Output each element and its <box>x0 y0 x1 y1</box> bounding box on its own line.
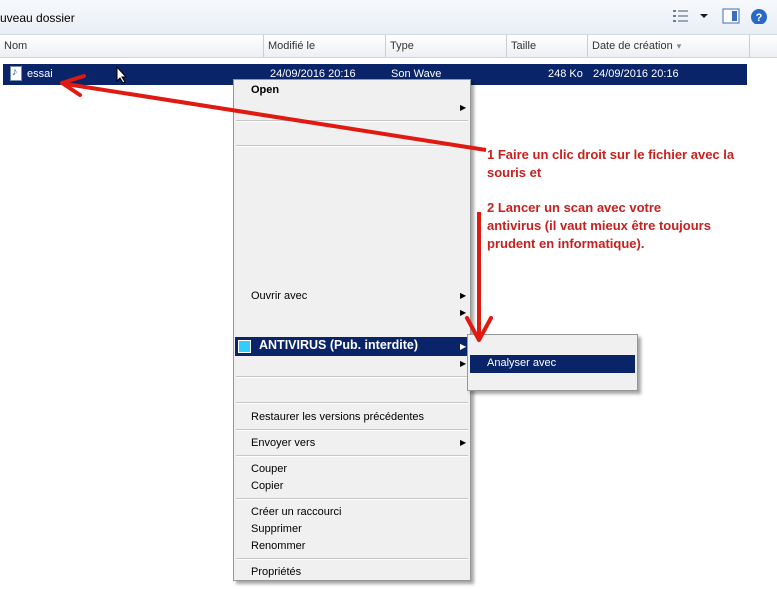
annotation-step1-line2: souris et <box>487 165 542 180</box>
file-name: essai <box>27 68 53 80</box>
antivirus-submenu: Analyser avec <box>467 334 638 391</box>
menu-item-cut[interactable]: Couper <box>251 463 287 475</box>
file-created: 24/09/2016 20:16 <box>593 68 679 80</box>
menu-separator <box>236 120 468 122</box>
breadcrumb[interactable]: uveau dossier <box>0 11 75 25</box>
view-options-icon[interactable] <box>672 8 690 24</box>
menu-separator <box>236 455 468 457</box>
menu-item-delete[interactable]: Supprimer <box>251 523 302 535</box>
submenu-arrow-icon: ▶ <box>460 438 467 447</box>
submenu-arrow-icon: ▶ <box>460 308 467 317</box>
menu-item-copy[interactable]: Copier <box>251 480 283 492</box>
column-header-name[interactable]: Nom <box>0 35 264 57</box>
view-dropdown-icon[interactable] <box>699 8 709 24</box>
column-header-type[interactable]: Type <box>386 35 507 57</box>
menu-item-create-shortcut[interactable]: Créer un raccourci <box>251 506 341 518</box>
help-icon[interactable]: ? <box>750 8 768 24</box>
menu-item-send-to[interactable]: Envoyer vers <box>251 437 315 449</box>
mouse-cursor-icon <box>116 66 128 84</box>
column-header-modified[interactable]: Modifié le <box>264 35 386 57</box>
submenu-arrow-icon: ▶ <box>460 103 467 112</box>
menu-item-scan-label: Analyser avec <box>487 357 557 369</box>
column-header-created[interactable]: Date de création ▾ <box>588 35 750 57</box>
annotation-step1: 1 Faire un clic droit sur le fichier ave… <box>487 146 734 182</box>
menu-separator <box>236 376 468 378</box>
menu-item-open-with[interactable]: Ouvrir avec <box>251 290 307 302</box>
column-header-size[interactable]: Taille <box>507 35 588 57</box>
menu-separator <box>236 558 468 560</box>
menu-separator <box>236 429 468 431</box>
submenu-arrow-icon: ▶ <box>460 359 467 368</box>
submenu-arrow-icon: ▶ <box>460 342 467 351</box>
menu-separator <box>236 402 468 404</box>
column-header-created-label: Date de création <box>592 40 673 52</box>
menu-item-open[interactable]: Open <box>251 84 279 96</box>
audio-file-icon <box>10 66 22 81</box>
preview-pane-icon[interactable] <box>722 8 740 24</box>
menu-separator <box>236 145 468 147</box>
annotation-step2: 2 Lancer un scan avec votre antivirus (i… <box>487 199 711 253</box>
menu-item-properties[interactable]: Propriétés <box>251 566 301 578</box>
annotation-step1-line1: 1 Faire un clic droit sur le fichier ave… <box>487 147 735 162</box>
sort-chevron-icon: ▾ <box>676 41 682 51</box>
context-menu: Open ▶ Ouvrir avec ▶ ▶ ANTIVIRUS (Pub. i… <box>233 79 471 581</box>
annotation-step2-line1: 2 Lancer un scan avec votre <box>487 200 662 215</box>
toolbar: uveau dossier ? <box>0 0 777 35</box>
antivirus-icon <box>238 340 251 353</box>
annotation-step2-line2: antivirus (il vaut mieux être toujours <box>487 218 711 233</box>
file-size: 248 Ko <box>548 68 583 80</box>
menu-item-antivirus-label: ANTIVIRUS (Pub. interdite) <box>259 338 419 352</box>
menu-item-rename[interactable]: Renommer <box>251 540 305 552</box>
svg-text:?: ? <box>756 12 763 24</box>
submenu-arrow-icon: ▶ <box>460 291 467 300</box>
annotation-step2-line3: prudent en informatique). <box>487 236 645 251</box>
column-headers: Nom Modifié le Type Taille Date de créat… <box>0 35 777 58</box>
menu-item-scan[interactable]: Analyser avec <box>470 355 635 373</box>
menu-item-antivirus[interactable]: ANTIVIRUS (Pub. interdite) ▶ <box>235 337 469 356</box>
menu-separator <box>236 498 468 500</box>
menu-item-restore[interactable]: Restaurer les versions précédentes <box>251 411 424 423</box>
